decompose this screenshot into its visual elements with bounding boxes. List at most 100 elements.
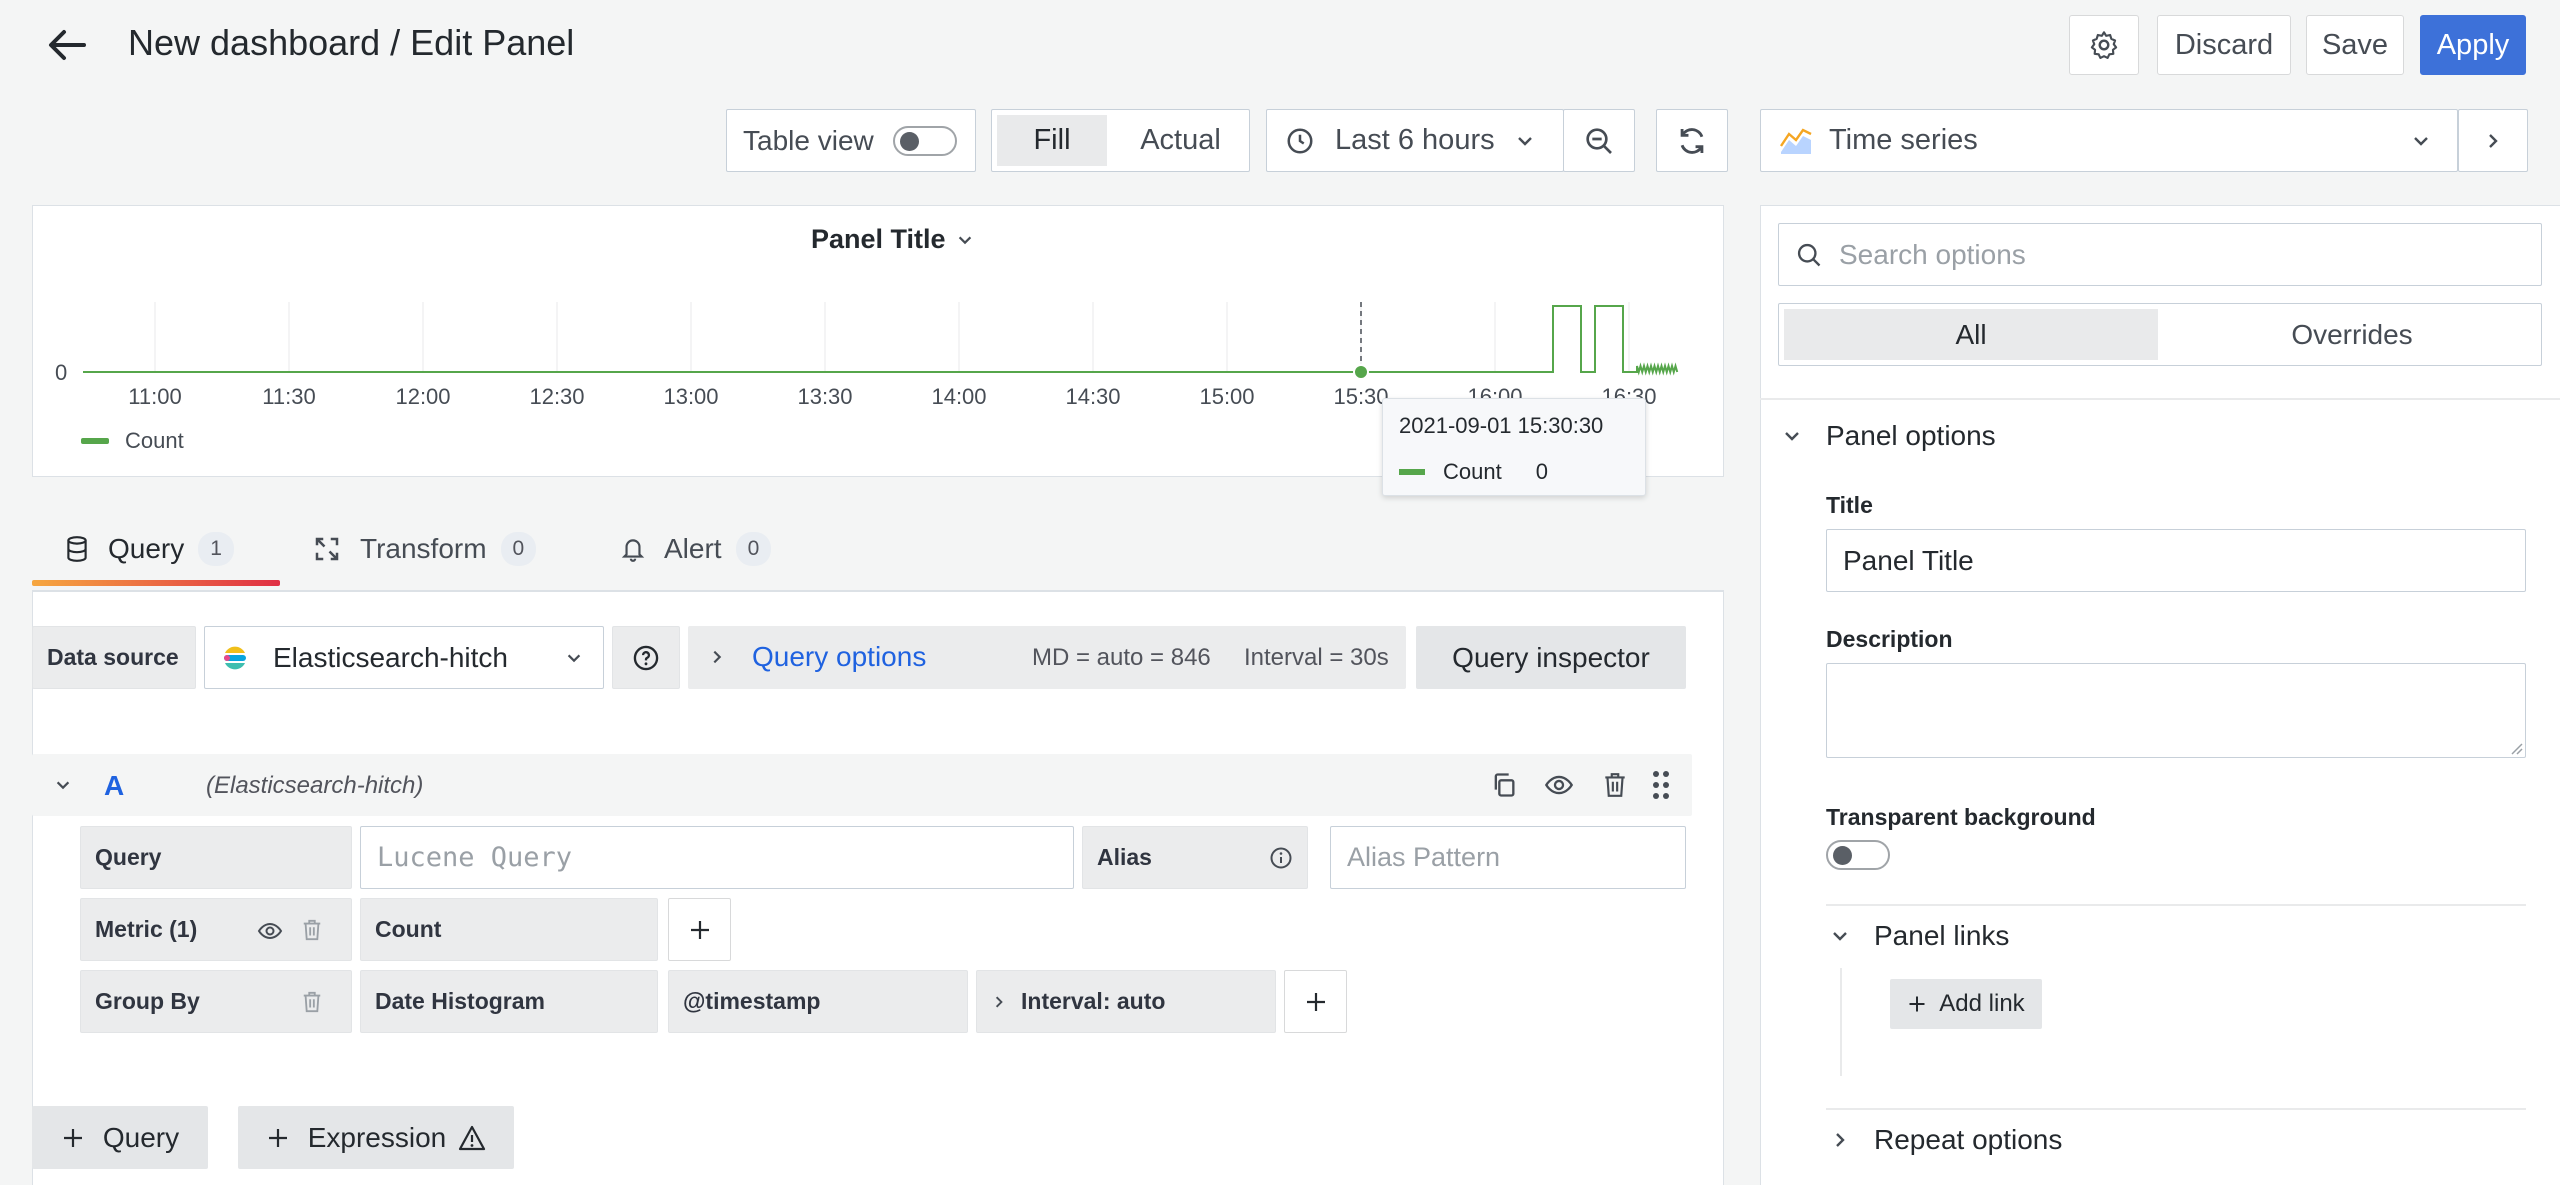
gear-icon [2090,31,2118,59]
tab-query-count: 1 [198,532,234,566]
settings-button[interactable] [2069,15,2139,75]
tab-query[interactable]: Query 1 [64,532,234,566]
duplicate-icon[interactable] [1490,771,1518,799]
fill-option[interactable]: Fill [997,115,1107,166]
chevron-down-icon [567,654,581,663]
tab-alert[interactable]: Alert 0 [620,532,772,566]
title-input[interactable]: Panel Title [1826,529,2526,592]
plus-icon [268,1128,287,1147]
transform-icon [315,537,339,561]
alias-input[interactable]: Alias Pattern [1330,826,1686,889]
x-tick-label: 12:00 [395,384,450,409]
data-source-value: Elasticsearch-hitch [273,641,508,673]
repeat-options-divider [1826,1108,2526,1110]
overrides-option[interactable]: Overrides [2163,304,2541,365]
actual-option[interactable]: Actual [1112,110,1249,171]
refresh-button[interactable] [1656,109,1728,172]
x-tick-label: 12:30 [529,384,584,409]
visualization-label: Time series [1829,124,1978,156]
chart-tooltip: 2021-09-01 15:30:30 Count 0 [1382,398,1646,496]
series-count-line [83,305,1679,376]
add-metric-button[interactable] [668,898,731,961]
description-field-label: Description [1826,626,1953,652]
zoom-out-button[interactable] [1563,109,1635,172]
tab-transform-count: 0 [500,532,537,566]
data-source-help-button[interactable] [612,626,680,689]
time-picker[interactable]: Last 6 hours [1266,109,1564,172]
query-ref-id[interactable]: A [104,770,124,802]
title-input-value: Panel Title [1843,544,1974,576]
lucene-query-input[interactable]: Lucene Query [360,826,1074,889]
tooltip-swatch [1399,469,1425,475]
repeat-options-header[interactable]: Repeat options [1830,1124,2062,1156]
group-by-type-select[interactable]: Date Histogram [360,970,658,1033]
legend[interactable]: Count [81,428,184,454]
collapse-chevron-icon[interactable] [54,776,72,794]
add-query-label: Query [102,1121,180,1153]
refresh-icon [1680,127,1704,154]
add-expression-button[interactable]: Expression [238,1106,514,1169]
add-group-by-button[interactable] [1284,970,1347,1033]
trash-icon[interactable] [301,918,323,942]
interval-settings-toggle[interactable]: Interval: auto [976,970,1276,1033]
search-options-input[interactable]: Search options [1778,223,2542,286]
drag-handle-icon[interactable] [1652,770,1670,800]
save-button[interactable]: Save [2306,15,2404,75]
back-button[interactable] [44,22,90,68]
database-icon [67,536,87,562]
tooltip-series: Count [1443,459,1502,484]
table-view-label: Table view [743,124,874,156]
x-tick-label: 11:30 [262,384,315,409]
tab-alert-count: 0 [735,532,772,566]
query-options-row[interactable]: Query options MD = auto = 846 Interval =… [688,626,1406,689]
plus-icon [63,1128,82,1147]
discard-button[interactable]: Discard [2157,15,2291,75]
chevron-right-icon [2489,133,2498,148]
plus-icon [690,920,709,939]
group-by-label: Group By [80,970,352,1033]
toggle-options-pane-button[interactable] [2458,109,2528,172]
metric-label: Metric (1) [80,898,352,961]
page-title: New dashboard / Edit Panel [128,22,575,63]
metric-type-select[interactable]: Count [360,898,658,961]
all-option[interactable]: All [1784,309,2158,360]
transparent-background-switch[interactable] [1826,840,1890,870]
data-source-picker[interactable]: Elasticsearch-hitch [204,626,604,689]
description-textarea[interactable] [1826,663,2526,758]
add-link-button[interactable]: Add link [1890,979,2042,1029]
trash-icon[interactable] [1602,771,1628,799]
query-inspector-button[interactable]: Query inspector [1416,626,1686,689]
eye-icon[interactable] [1544,771,1574,799]
md-info: MD = auto = 846 [1032,644,1211,671]
plus-icon [1306,992,1325,1011]
panel-links-label: Panel links [1874,920,2010,951]
title-field-label: Title [1826,492,1873,518]
chevron-down-icon [1785,432,1799,441]
transparent-background-label: Transparent background [1826,804,2096,830]
table-view-toggle[interactable]: Table view [726,109,976,172]
tab-transform[interactable]: Transform 0 [312,532,537,566]
elasticsearch-icon [224,646,246,669]
repeat-options-label: Repeat options [1874,1124,2063,1155]
chevron-down-icon [2414,137,2428,146]
eye-icon[interactable] [257,919,283,943]
panel-options-header[interactable]: Panel options [1782,420,1996,452]
table-view-switch[interactable] [893,126,957,156]
visualization-picker[interactable]: Time series [1760,109,2458,172]
add-query-button[interactable]: Query [32,1106,208,1169]
question-circle-icon [633,645,659,670]
metric-label-text: Metric (1) [95,916,198,942]
x-tick-label: 14:00 [931,384,986,409]
group-by-field-select[interactable]: @timestamp [668,970,968,1033]
trash-icon[interactable] [301,990,323,1014]
resize-handle-icon[interactable] [2509,741,2523,755]
search-icon [1797,243,1821,266]
alias-label: Alias [1082,826,1308,889]
group-by-label-text: Group By [95,988,200,1014]
interval-label: Interval: auto [1021,988,1166,1014]
tab-query-label: Query [108,533,185,564]
panel-links-header[interactable]: Panel links [1830,920,2009,952]
tooltip-value: 0 [1535,459,1548,484]
info-circle-icon[interactable] [1269,846,1293,870]
apply-button[interactable]: Apply [2420,15,2526,75]
